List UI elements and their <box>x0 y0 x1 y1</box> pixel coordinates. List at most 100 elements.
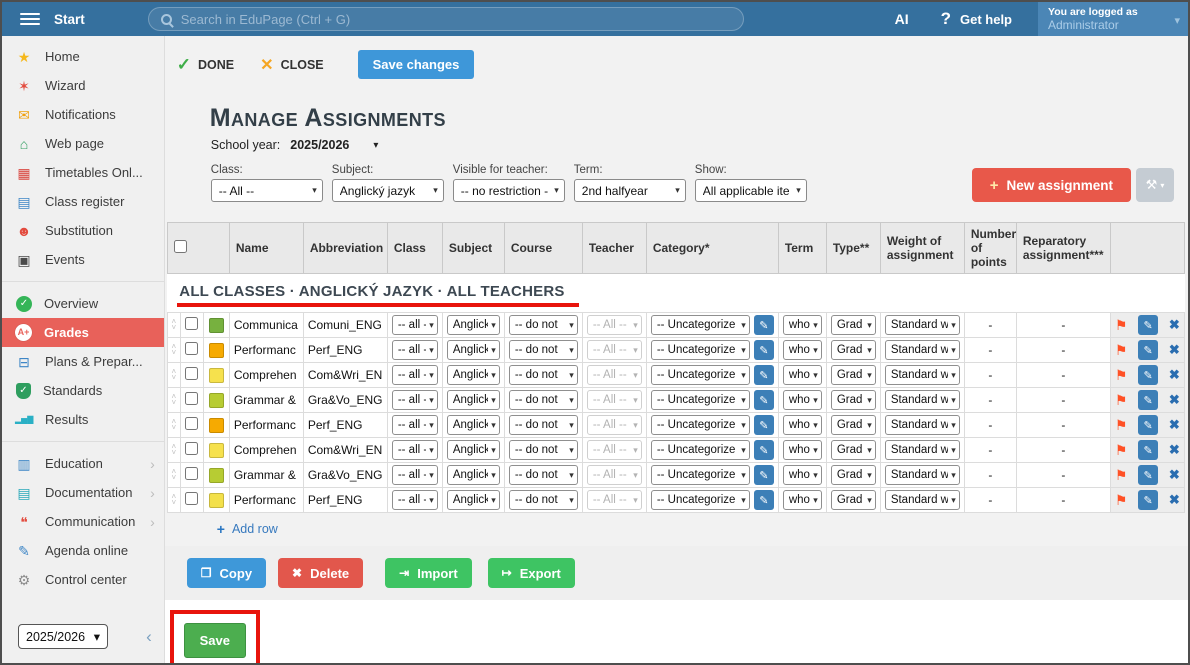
sidebar-item[interactable]: ▂▅▇ Results <box>2 405 164 434</box>
sidebar-item[interactable]: ⊟ Plans & Prepar... <box>2 347 164 376</box>
subject-select[interactable]: Anglick▾ <box>447 390 500 410</box>
flag-icon[interactable]: ⚑ <box>1115 442 1128 459</box>
school-year-dropdown[interactable]: School year: 2025/2026 ▾ <box>211 138 1188 152</box>
flag-icon[interactable]: ⚑ <box>1115 317 1128 334</box>
type-select[interactable]: Grad▾ <box>831 415 876 435</box>
edit-row-button[interactable]: ✎ <box>1138 440 1158 460</box>
course-select[interactable]: -- do not▾ <box>509 340 578 360</box>
category-edit-button[interactable]: ✎ <box>754 465 774 485</box>
row-checkbox[interactable] <box>185 492 198 505</box>
class-select[interactable]: -- all -▾ <box>392 415 438 435</box>
delete-row-button[interactable]: ✖ <box>1169 442 1180 458</box>
term-select[interactable]: who▾ <box>783 415 822 435</box>
type-select[interactable]: Grad▾ <box>831 315 876 335</box>
sidebar-item[interactable]: ✓ Standards <box>2 376 164 405</box>
global-search[interactable] <box>148 7 744 31</box>
course-select[interactable]: -- do not▾ <box>509 390 578 410</box>
row-drag-handle[interactable]: ˄˅ <box>168 494 180 506</box>
course-select[interactable]: -- do not▾ <box>509 465 578 485</box>
category-edit-button[interactable]: ✎ <box>754 440 774 460</box>
term-select[interactable]: who▾ <box>783 465 822 485</box>
class-select[interactable]: -- all -▾ <box>392 390 438 410</box>
term-select[interactable]: who▾ <box>783 365 822 385</box>
term-select[interactable]: who▾ <box>783 340 822 360</box>
export-button[interactable]: ↦ Export <box>488 558 575 588</box>
row-checkbox[interactable] <box>185 367 198 380</box>
color-swatch[interactable] <box>209 418 224 433</box>
sidebar-collapse-button[interactable]: ‹ <box>146 627 154 647</box>
weight-select[interactable]: Standard w▾ <box>885 415 960 435</box>
course-select[interactable]: -- do not▾ <box>509 415 578 435</box>
type-select[interactable]: Grad▾ <box>831 490 876 510</box>
weight-select[interactable]: Standard w▾ <box>885 440 960 460</box>
weight-select[interactable]: Standard w▾ <box>885 465 960 485</box>
category-select[interactable]: -- Uncategorize▾ <box>651 415 750 435</box>
save-button[interactable]: Save <box>184 623 246 658</box>
delete-row-button[interactable]: ✖ <box>1169 467 1180 483</box>
delete-row-button[interactable]: ✖ <box>1169 342 1180 358</box>
delete-row-button[interactable]: ✖ <box>1169 317 1180 333</box>
color-swatch[interactable] <box>209 368 224 383</box>
row-drag-handle[interactable]: ˄˅ <box>168 419 180 431</box>
edit-row-button[interactable]: ✎ <box>1138 490 1158 510</box>
row-checkbox[interactable] <box>185 342 198 355</box>
row-checkbox[interactable] <box>185 442 198 455</box>
color-swatch[interactable] <box>209 393 224 408</box>
edit-row-button[interactable]: ✎ <box>1138 465 1158 485</box>
color-swatch[interactable] <box>209 493 224 508</box>
class-select[interactable]: -- all -▾ <box>392 340 438 360</box>
row-checkbox[interactable] <box>185 317 198 330</box>
import-button[interactable]: ⇥ Import <box>385 558 472 588</box>
delete-row-button[interactable]: ✖ <box>1169 367 1180 383</box>
category-select[interactable]: -- Uncategorize▾ <box>651 365 750 385</box>
category-select[interactable]: -- Uncategorize▾ <box>651 490 750 510</box>
sidebar-item[interactable]: ▤ Documentation › <box>2 478 164 507</box>
category-edit-button[interactable]: ✎ <box>754 490 774 510</box>
sidebar-item[interactable]: ☻ Substitution <box>2 216 164 245</box>
subject-select[interactable]: Anglick▾ <box>447 440 500 460</box>
sidebar-item[interactable]: ▦ Timetables Onl... <box>2 158 164 187</box>
flag-icon[interactable]: ⚑ <box>1115 417 1128 434</box>
flag-icon[interactable]: ⚑ <box>1115 467 1128 484</box>
category-select[interactable]: -- Uncategorize▾ <box>651 390 750 410</box>
ai-button[interactable]: AI <box>895 11 909 27</box>
sidebar-item[interactable]: ▣ Events <box>2 245 164 274</box>
category-edit-button[interactable]: ✎ <box>754 365 774 385</box>
sidebar-item[interactable]: ✎ Agenda online <box>2 536 164 565</box>
row-checkbox[interactable] <box>185 392 198 405</box>
add-row-button[interactable]: + Add row <box>217 521 1188 537</box>
weight-select[interactable]: Standard w▾ <box>885 390 960 410</box>
term-select[interactable]: who▾ <box>783 440 822 460</box>
flag-icon[interactable]: ⚑ <box>1115 342 1128 359</box>
start-button[interactable]: Start <box>54 12 85 27</box>
edit-row-button[interactable]: ✎ <box>1138 315 1158 335</box>
term-select[interactable]: who▾ <box>783 490 822 510</box>
delete-row-button[interactable]: ✖ <box>1169 417 1180 433</box>
visible-for-teacher-filter-select[interactable]: -- no restriction - ▾ <box>453 179 565 202</box>
flag-icon[interactable]: ⚑ <box>1115 392 1128 409</box>
row-drag-handle[interactable]: ˄˅ <box>168 369 180 381</box>
new-assignment-button[interactable]: + New assignment <box>972 168 1131 202</box>
delete-button[interactable]: ✖ Delete <box>278 558 363 588</box>
close-button[interactable]: ✕ CLOSE <box>260 55 323 75</box>
row-checkbox[interactable] <box>185 467 198 480</box>
weight-select[interactable]: Standard w▾ <box>885 365 960 385</box>
class-select[interactable]: -- all -▾ <box>392 490 438 510</box>
course-select[interactable]: -- do not▾ <box>509 365 578 385</box>
row-drag-handle[interactable]: ˄˅ <box>168 319 180 331</box>
subject-select[interactable]: Anglick▾ <box>447 365 500 385</box>
row-drag-handle[interactable]: ˄˅ <box>168 344 180 356</box>
subject-select[interactable]: Anglick▾ <box>447 340 500 360</box>
type-select[interactable]: Grad▾ <box>831 440 876 460</box>
logged-in-dropdown[interactable]: You are logged as Administrator ▾ <box>1038 2 1188 36</box>
row-drag-handle[interactable]: ˄˅ <box>168 444 180 456</box>
weight-select[interactable]: Standard w▾ <box>885 340 960 360</box>
course-select[interactable]: -- do not▾ <box>509 490 578 510</box>
sidebar-item[interactable]: ▤ Class register <box>2 187 164 216</box>
color-swatch[interactable] <box>209 468 224 483</box>
type-select[interactable]: Grad▾ <box>831 390 876 410</box>
class-select[interactable]: -- all -▾ <box>392 465 438 485</box>
category-select[interactable]: -- Uncategorize▾ <box>651 440 750 460</box>
delete-row-button[interactable]: ✖ <box>1169 392 1180 408</box>
term-select[interactable]: who▾ <box>783 390 822 410</box>
